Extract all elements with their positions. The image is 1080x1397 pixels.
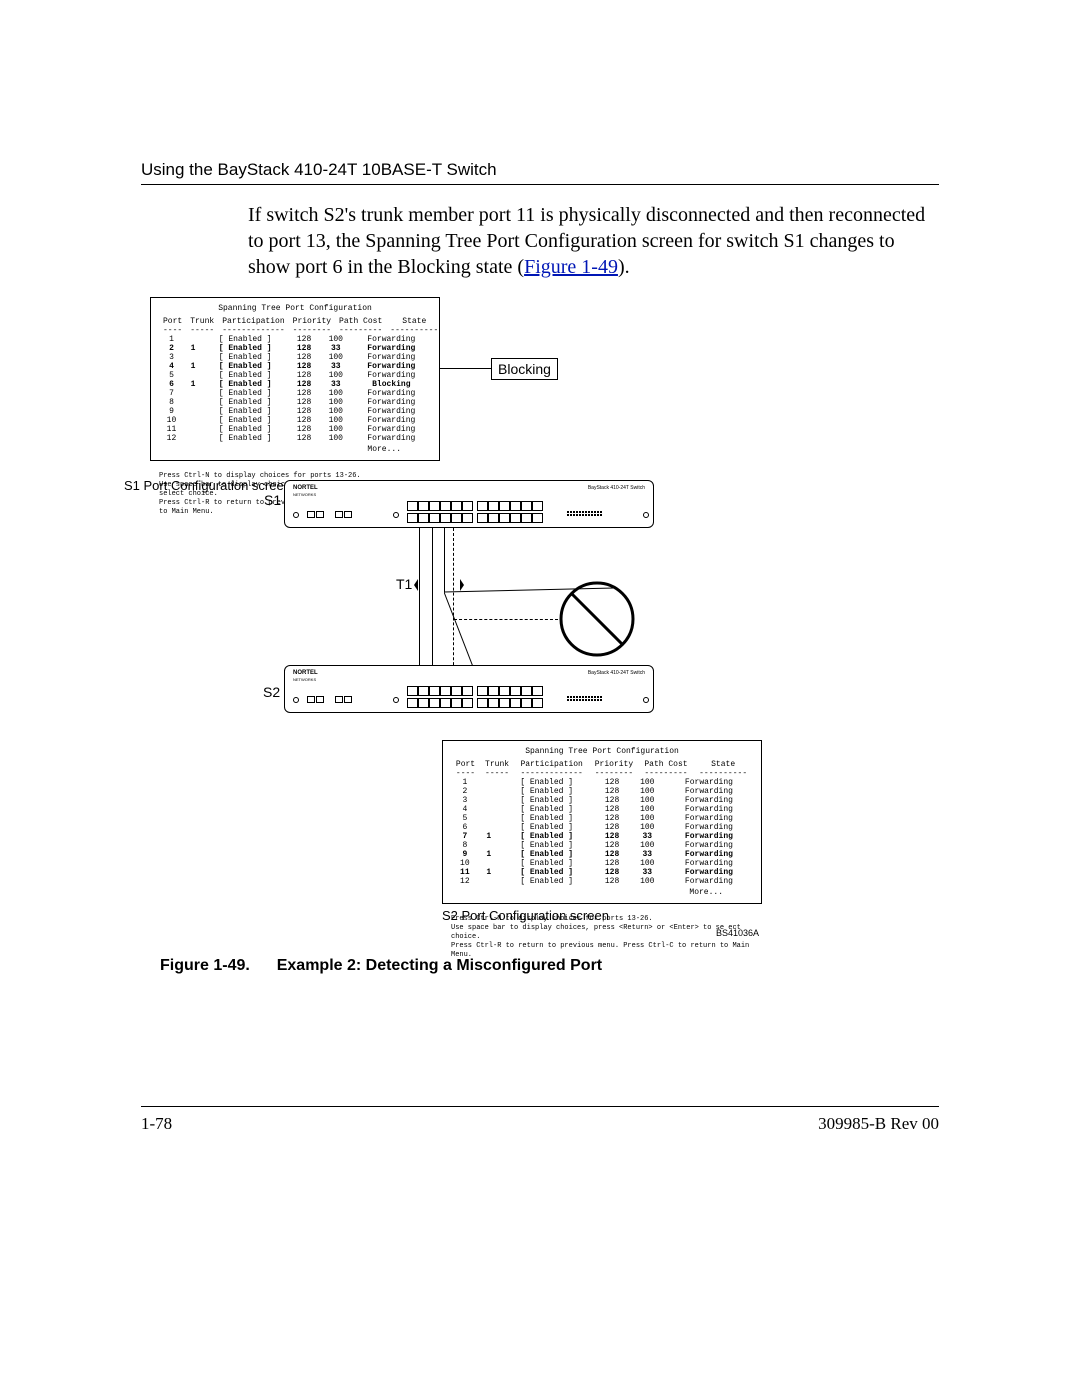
prohibit-icon (558, 580, 636, 658)
s2-mgmt-ports (307, 696, 324, 703)
table-row: 12[ Enabled ]128100Forwarding (159, 434, 431, 443)
table-row: 1[ Enabled ]128100Forwarding (159, 335, 431, 344)
table-row: 21[ Enabled ]12833Forwarding (159, 344, 431, 353)
s1-underline-row: ---- ----- ------------- -------- ------… (159, 326, 442, 335)
table-row: 5[ Enabled ]128100Forwarding (159, 371, 431, 380)
s1-mgmt-ports-2 (335, 511, 352, 518)
figure-code-id: BS41036A (716, 928, 759, 938)
blocking-callout: Blocking (491, 358, 558, 380)
s2-more: More... (451, 888, 753, 897)
s1-device-label: S1 (264, 492, 281, 508)
table-row: 12[ Enabled ]128100Forwarding (451, 877, 753, 886)
s2-ports-bottom (407, 698, 543, 708)
s2-led-grid (567, 696, 602, 701)
table-row: 4[ Enabled ]128100Forwarding (451, 805, 753, 814)
table-row: 10[ Enabled ]128100Forwarding (159, 416, 431, 425)
s2-title: Spanning Tree Port Configuration (451, 747, 753, 756)
figure-caption: Figure 1-49. Example 2: Detecting a Misc… (160, 957, 602, 975)
table-row: 11[ Enabled ]128100Forwarding (159, 425, 431, 434)
trunk-label: T1 (396, 576, 412, 592)
table-row: 41[ Enabled ]12833Forwarding (159, 362, 431, 371)
body-paragraph: If switch S2's trunk member port 11 is p… (248, 202, 938, 280)
table-row: 8[ Enabled ]128100Forwarding (451, 841, 753, 850)
s1-ports-top (407, 501, 543, 511)
switch2-logo-sub: NETWORKS (293, 677, 316, 682)
switch-logo-sub: NETWORKS (293, 492, 316, 497)
figure-link[interactable]: Figure 1-49 (524, 256, 618, 278)
s1-title: Spanning Tree Port Configuration (159, 304, 431, 313)
s2-header-row: Port Trunk Participation Priority Path C… (451, 760, 753, 769)
dash-hline (454, 619, 558, 620)
s1-config-screen: Spanning Tree Port Configuration Port Tr… (150, 297, 440, 461)
table-row: 8[ Enabled ]128100Forwarding (159, 398, 431, 407)
s2-config-screen: Spanning Tree Port Configuration Port Tr… (442, 740, 762, 904)
s2-table: Port Trunk Participation Priority Path C… (451, 760, 753, 778)
s2-rows: 1[ Enabled ]128100Forwarding2[ Enabled ]… (451, 778, 753, 886)
s1-rows: 1[ Enabled ]128100Forwarding21[ Enabled … (159, 335, 431, 443)
s2-mgmt-ports-2 (335, 696, 352, 703)
s1-led-grid (567, 511, 602, 516)
footer-rev: 309985-B Rev 00 (818, 1114, 939, 1134)
table-row: 10[ Enabled ]128100Forwarding (451, 859, 753, 868)
table-row: 6[ Enabled ]128100Forwarding (451, 823, 753, 832)
s1-ports-bottom (407, 513, 543, 523)
table-row: 7[ Enabled ]128100Forwarding (159, 389, 431, 398)
body-text-suffix: ). (618, 256, 630, 278)
callout-line (440, 368, 492, 369)
switch-s2: NORTEL NETWORKS BayStack 410-24T Switch (284, 665, 654, 713)
s1-header-row: Port Trunk Participation Priority Path C… (159, 317, 442, 326)
table-row: 1[ Enabled ]128100Forwarding (451, 778, 753, 787)
trunk-label-bracket (414, 579, 464, 591)
table-row: 71[ Enabled ]12833Forwarding (451, 832, 753, 841)
table-row: 61[ Enabled ]12833Blocking (159, 380, 431, 389)
figure-text: Example 2: Detecting a Misconfigured Por… (277, 957, 602, 974)
table-row: 111[ Enabled ]12833Forwarding (451, 868, 753, 877)
table-row: 5[ Enabled ]128100Forwarding (451, 814, 753, 823)
footer-page: 1-78 (141, 1114, 172, 1134)
footer-rule (141, 1106, 939, 1107)
s2-ports-top (407, 686, 543, 696)
page-header-title: Using the BayStack 410-24T 10BASE-T Swit… (141, 160, 497, 180)
table-row: 9[ Enabled ]128100Forwarding (159, 407, 431, 416)
s1-more: More... (159, 445, 431, 454)
switch2-logo: NORTEL (293, 670, 318, 676)
switch-model: BayStack 410-24T Switch (588, 485, 645, 491)
table-row: 3[ Enabled ]128100Forwarding (159, 353, 431, 362)
switch-logo: NORTEL (293, 485, 318, 491)
s1-screen-label: S1 Port Configuration screen (124, 478, 291, 493)
s1-mgmt-ports (307, 511, 324, 518)
table-row: 91[ Enabled ]12833Forwarding (451, 850, 753, 859)
switch-s1: NORTEL NETWORKS BayStack 410-24T Switch (284, 480, 654, 528)
s1-table: Port Trunk Participation Priority Path C… (159, 317, 442, 335)
table-row: 3[ Enabled ]128100Forwarding (451, 796, 753, 805)
table-row: 2[ Enabled ]128100Forwarding (451, 787, 753, 796)
s2-screen-label: S2 Port Configuration screen (442, 908, 609, 923)
figure-label: Figure 1-49. (160, 957, 250, 974)
header-rule (141, 184, 939, 185)
s2-underline-row: ---- ----- ------------- -------- ------… (451, 769, 753, 778)
s2-device-label: S2 (263, 684, 280, 700)
switch2-model: BayStack 410-24T Switch (588, 670, 645, 676)
